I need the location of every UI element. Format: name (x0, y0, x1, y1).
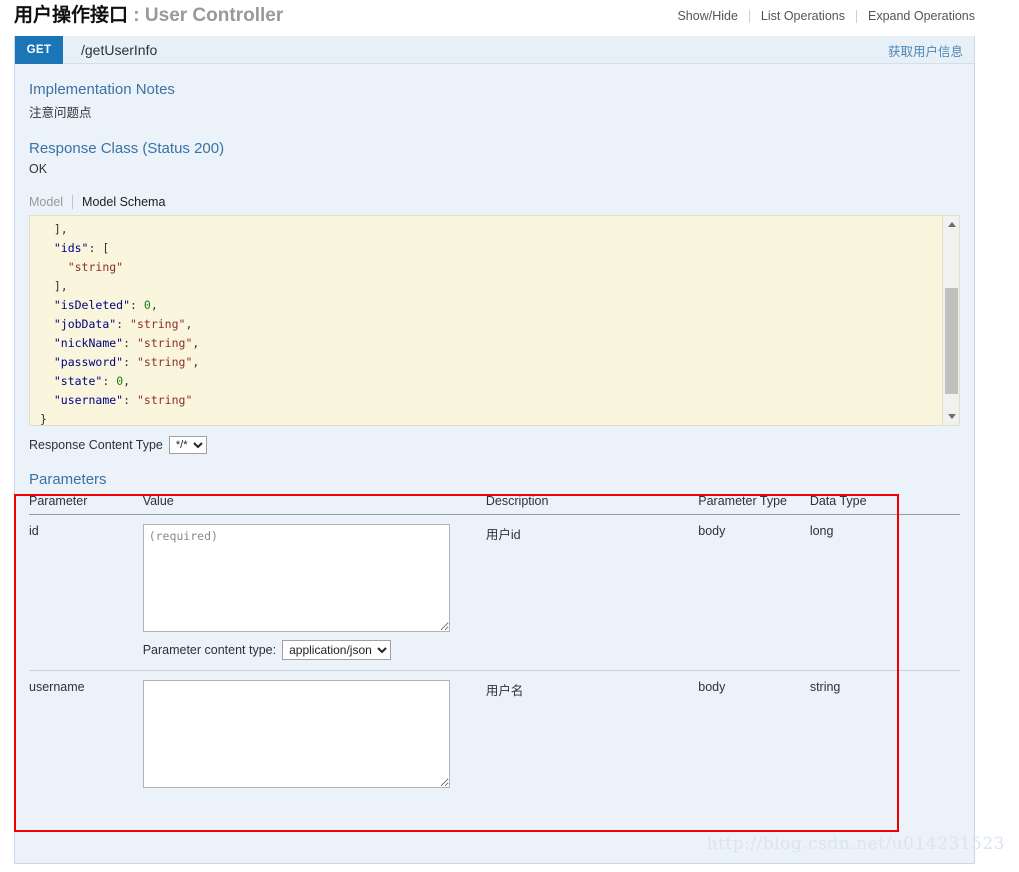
parameter-name-cell: id (29, 515, 143, 671)
parameter-content-type-select[interactable]: application/json (282, 640, 391, 660)
parameters-table-head: Parameter Value Description Parameter Ty… (29, 494, 960, 515)
response-content-type-select[interactable]: */* (169, 436, 207, 454)
code-scrollbar[interactable] (942, 216, 959, 425)
parameter-value-cell: Parameter content type: application/json (143, 515, 486, 671)
list-operations-link[interactable]: List Operations (750, 5, 856, 27)
model-tabs: Model Model Schema (29, 193, 960, 210)
response-content-type-row: Response Content Type */* (29, 436, 960, 454)
expand-operations-link[interactable]: Expand Operations (857, 5, 975, 27)
tab-model[interactable]: Model (29, 195, 63, 209)
response-class-heading: Response Class (Status 200) (29, 140, 960, 157)
watermark-text: http://blog.csdn.net/u014231523 (707, 834, 1005, 854)
column-header-value: Value (143, 494, 486, 515)
scroll-up-arrow-icon[interactable] (943, 216, 960, 233)
operation-heading[interactable]: GET /getUserInfo 获取用户信息 (15, 36, 974, 64)
scroll-down-arrow-icon[interactable] (943, 408, 960, 425)
model-schema-code-block: ], "ids": [ "string" ], "isDeleted": 0, … (29, 215, 960, 426)
parameter-data-type-cell: long (810, 515, 960, 671)
model-schema-code: ], "ids": [ "string" ], "isDeleted": 0, … (30, 216, 959, 426)
table-row: username 用户名 body string (29, 671, 960, 789)
parameters-table-body: id Parameter content type: application/j… (29, 515, 960, 789)
resource-header: 用户操作接口 : User Controller Show/Hide List … (14, 2, 975, 32)
parameters-table: Parameter Value Description Parameter Ty… (29, 494, 960, 788)
resource-title-cn: 用户操作接口 (14, 5, 128, 26)
tab-divider (72, 195, 73, 209)
implementation-notes-heading: Implementation Notes (29, 81, 960, 98)
parameter-description-cell: 用户id (486, 515, 698, 671)
table-header-row: Parameter Value Description Parameter Ty… (29, 494, 960, 515)
swagger-ui-page: 用户操作接口 : User Controller Show/Hide List … (0, 0, 1019, 872)
parameter-content-type-label: Parameter content type: (143, 643, 276, 657)
parameter-data-type-cell: string (810, 671, 960, 789)
column-header-data-type: Data Type (810, 494, 960, 515)
parameters-heading: Parameters (29, 471, 960, 488)
resource-title: 用户操作接口 : User Controller (14, 2, 283, 30)
operation-panel: GET /getUserInfo 获取用户信息 Implementation N… (14, 36, 975, 864)
parameter-type-cell: body (698, 515, 810, 671)
table-row: id Parameter content type: application/j… (29, 515, 960, 671)
parameter-description-cell: 用户名 (486, 671, 698, 789)
tab-model-schema[interactable]: Model Schema (82, 195, 165, 209)
implementation-notes-section: Implementation Notes 注意问题点 (29, 64, 960, 121)
show-hide-link[interactable]: Show/Hide (666, 5, 748, 27)
response-class-section: Response Class (Status 200) OK Model Mod… (29, 121, 960, 426)
parameter-username-input[interactable] (143, 680, 450, 788)
scrollbar-thumb[interactable] (945, 288, 958, 394)
parameter-name-cell: username (29, 671, 143, 789)
resource-title-en: User Controller (145, 5, 283, 26)
parameter-content-type-row: Parameter content type: application/json (143, 632, 486, 670)
response-status-text: OK (29, 162, 960, 176)
parameter-id-input[interactable] (143, 524, 450, 632)
resource-title-separator: : (128, 5, 145, 26)
parameter-value-cell (143, 671, 486, 789)
column-header-parameter: Parameter (29, 494, 143, 515)
column-header-description: Description (486, 494, 698, 515)
column-header-parameter-type: Parameter Type (698, 494, 810, 515)
operation-path[interactable]: /getUserInfo (81, 36, 157, 64)
parameter-type-cell: body (698, 671, 810, 789)
parameters-section: Parameters Parameter Value Description P… (29, 462, 960, 788)
operation-summary[interactable]: 获取用户信息 (888, 36, 963, 64)
implementation-notes-text: 注意问题点 (29, 102, 960, 121)
response-content-type-label: Response Content Type (29, 438, 163, 452)
resource-options: Show/Hide List Operations Expand Operati… (666, 5, 975, 27)
operation-body: Implementation Notes 注意问题点 Response Clas… (15, 64, 974, 788)
http-method-badge: GET (15, 36, 63, 64)
